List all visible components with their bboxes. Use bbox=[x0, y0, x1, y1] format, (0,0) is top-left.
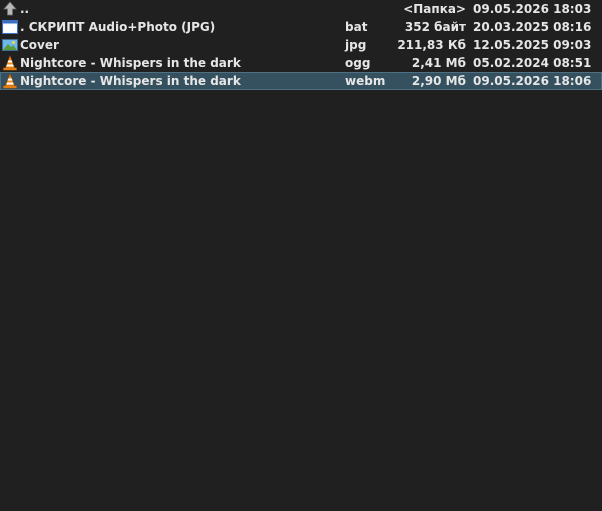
script-window-icon bbox=[2, 19, 18, 35]
file-size: 2,41 Мб bbox=[411, 56, 466, 70]
file-size: 2,90 Мб bbox=[411, 74, 466, 88]
file-row-webm[interactable]: Nightcore - Whispers in the dark webm 2,… bbox=[0, 72, 602, 90]
file-row-script[interactable]: . СКРИПТ Audio+Photo (JPG) bat 352 байт … bbox=[0, 18, 602, 36]
up-arrow-icon bbox=[2, 1, 18, 17]
file-name: .. bbox=[20, 2, 30, 16]
file-row-parent[interactable]: .. <Папка> 09.05.2026 18:03 bbox=[0, 0, 602, 18]
file-row-cover[interactable]: Cover jpg 211,83 Кб 12.05.2025 09:03 bbox=[0, 36, 602, 54]
vlc-cone-icon bbox=[2, 55, 18, 71]
file-date: 09.05.2026 18:06 bbox=[473, 74, 592, 88]
vlc-cone-icon bbox=[2, 73, 18, 89]
file-size: 352 байт bbox=[404, 20, 466, 34]
file-name: Nightcore - Whispers in the dark bbox=[20, 56, 241, 70]
file-row-ogg[interactable]: Nightcore - Whispers in the dark ogg 2,4… bbox=[0, 54, 602, 72]
file-date: 05.02.2024 08:51 bbox=[473, 56, 592, 70]
file-name: Nightcore - Whispers in the dark bbox=[20, 74, 241, 88]
image-file-icon bbox=[2, 37, 18, 53]
file-size: <Папка> bbox=[403, 2, 466, 16]
file-size: 211,83 Кб bbox=[397, 38, 466, 52]
file-name: . СКРИПТ Audio+Photo (JPG) bbox=[20, 20, 216, 34]
file-date: 12.05.2025 09:03 bbox=[473, 38, 592, 52]
file-list-panel[interactable]: .. <Папка> 09.05.2026 18:03 . СКРИПТ Aud… bbox=[0, 0, 602, 511]
file-name: Cover bbox=[20, 38, 59, 52]
file-date: 20.03.2025 08:16 bbox=[473, 20, 592, 34]
file-date: 09.05.2026 18:03 bbox=[473, 2, 592, 16]
